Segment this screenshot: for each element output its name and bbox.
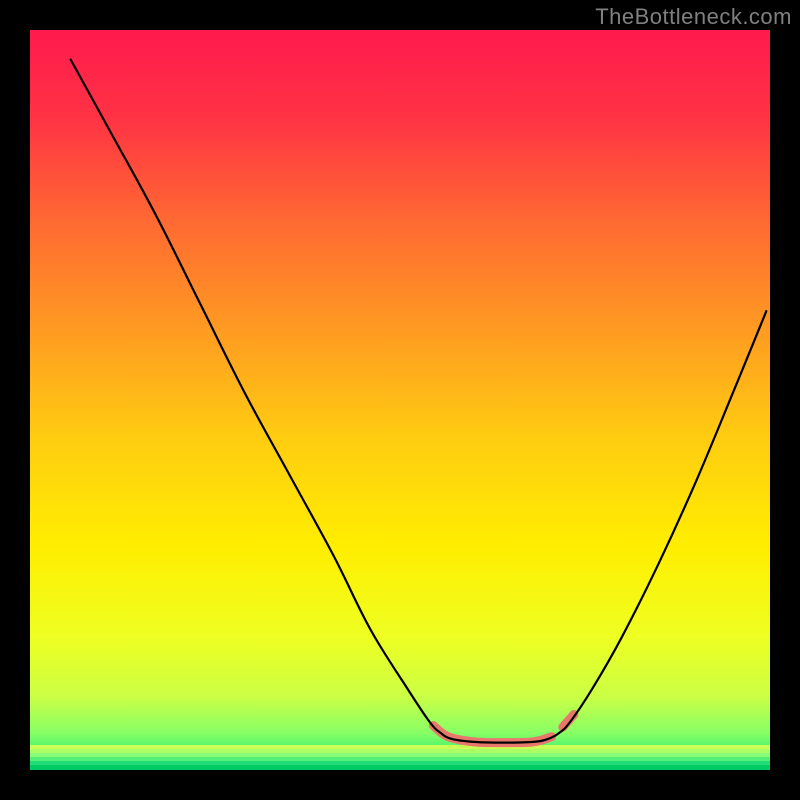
bottleneck-chart [0,0,800,800]
plot-background [30,30,770,770]
bottom-stripes [30,745,770,770]
chart-container: TheBottleneck.com [0,0,800,800]
watermark-text: TheBottleneck.com [595,4,792,30]
